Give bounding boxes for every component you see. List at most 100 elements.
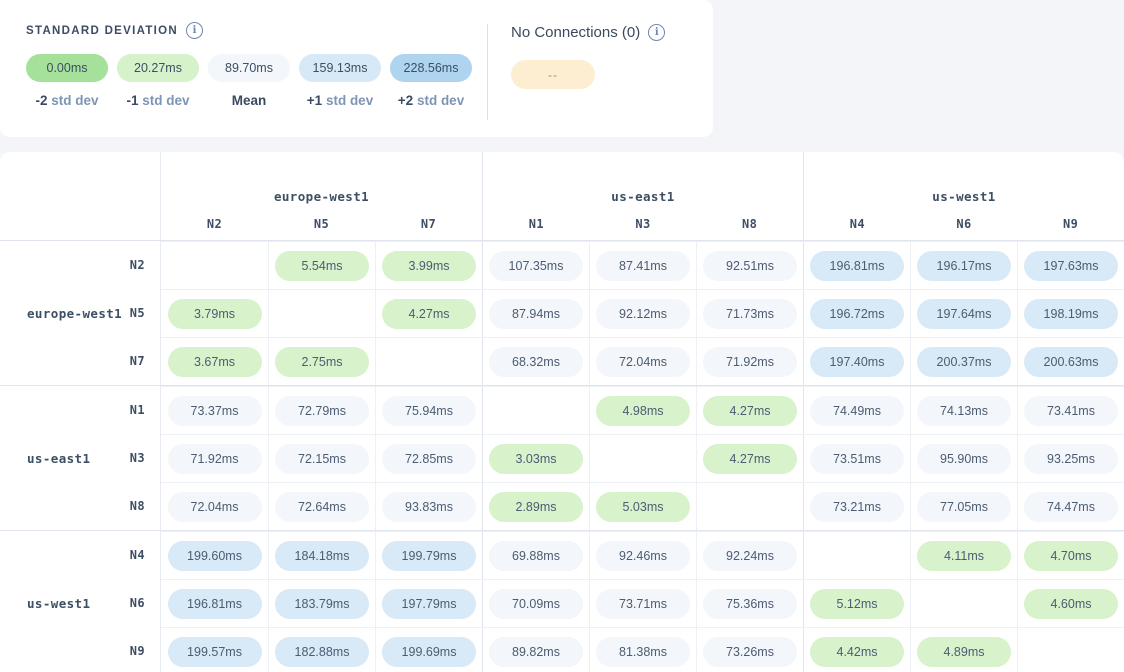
latency-pill: 5.54ms xyxy=(275,251,369,281)
legend-card: STANDARD DEVIATION i 0.00ms20.27ms89.70m… xyxy=(0,0,713,137)
column-group-nodes: N4N6N9 xyxy=(804,207,1124,240)
latency-pill: 73.41ms xyxy=(1024,396,1118,426)
latency-cell: 72.79ms xyxy=(268,387,375,434)
std-dev-section: STANDARD DEVIATION i 0.00ms20.27ms89.70m… xyxy=(26,22,472,108)
latency-cell: 87.94ms xyxy=(482,290,589,337)
latency-cell: 182.88ms xyxy=(268,628,375,672)
latency-pill: 75.94ms xyxy=(382,396,476,426)
no-connections-pill: -- xyxy=(511,60,595,89)
row-cells: 73.37ms72.79ms75.94ms4.98ms4.27ms74.49ms… xyxy=(161,386,1124,434)
latency-cell: 5.03ms xyxy=(589,483,696,530)
latency-cell: 5.12ms xyxy=(803,580,910,627)
latency-cell: 197.63ms xyxy=(1017,242,1124,289)
legend-pill: 20.27ms xyxy=(117,54,199,82)
latency-pill: 199.79ms xyxy=(382,541,476,571)
latency-cell xyxy=(268,290,375,337)
latency-cell: 72.04ms xyxy=(589,338,696,385)
latency-pill: 3.03ms xyxy=(489,444,583,474)
latency-cell: 73.37ms xyxy=(161,387,268,434)
column-group-region: us-west1 xyxy=(804,152,1124,207)
latency-pill: 2.89ms xyxy=(489,492,583,522)
no-connections-title: No Connections (0) xyxy=(511,24,640,41)
latency-pill: 4.27ms xyxy=(703,444,797,474)
legend-divider xyxy=(487,24,488,120)
std-dev-title: STANDARD DEVIATION xyxy=(26,25,178,37)
latency-cell: 4.60ms xyxy=(1017,580,1124,627)
legend-label: -2 std dev xyxy=(26,93,108,108)
legend-pill: 0.00ms xyxy=(26,54,108,82)
latency-cell: 71.92ms xyxy=(161,435,268,482)
latency-pill: 73.26ms xyxy=(703,637,797,667)
matrix-body: europe-west1N25.54ms3.99ms107.35ms87.41m… xyxy=(0,240,1124,672)
column-node-header: N6 xyxy=(911,207,1018,240)
latency-pill: 81.38ms xyxy=(596,637,690,667)
latency-cell: 2.89ms xyxy=(482,483,589,530)
legend-label: +2 std dev xyxy=(390,93,472,108)
table-row: N73.67ms2.75ms68.32ms72.04ms71.92ms197.4… xyxy=(0,337,1124,385)
latency-cell: 196.81ms xyxy=(161,580,268,627)
latency-cell: 198.19ms xyxy=(1017,290,1124,337)
latency-cell: 199.79ms xyxy=(375,532,482,579)
latency-pill: 73.37ms xyxy=(168,396,262,426)
row-cells: 71.92ms72.15ms72.85ms3.03ms 4.27ms 73.51ms… xyxy=(161,434,1124,482)
latency-cell: 93.83ms xyxy=(375,483,482,530)
latency-cell: 92.51ms xyxy=(696,242,803,289)
table-row: N6196.81ms183.79ms197.79ms70.09ms73.71ms… xyxy=(0,579,1124,627)
latency-cell: 3.79ms xyxy=(161,290,268,337)
latency-pill: 75.36ms xyxy=(703,589,797,619)
table-row: N9199.57ms182.88ms199.69ms89.82ms81.38ms… xyxy=(0,627,1124,672)
latency-pill: 196.72ms xyxy=(810,299,904,329)
latency-pill: 197.63ms xyxy=(1024,251,1118,281)
latency-pill: 4.42ms xyxy=(810,637,904,667)
latency-cell: 197.40ms xyxy=(803,338,910,385)
latency-pill: 87.94ms xyxy=(489,299,583,329)
latency-cell: 196.81ms xyxy=(803,242,910,289)
latency-cell xyxy=(1017,628,1124,672)
latency-pill: 196.81ms xyxy=(810,251,904,281)
latency-cell: 72.64ms xyxy=(268,483,375,530)
latency-pill: 4.70ms xyxy=(1024,541,1118,571)
latency-cell: 95.90ms xyxy=(910,435,1017,482)
region-label: us-east1 xyxy=(27,386,90,530)
latency-pill: 68.32ms xyxy=(489,347,583,377)
table-row: N173.37ms72.79ms75.94ms4.98ms4.27ms74.49… xyxy=(0,386,1124,434)
latency-pill: 199.57ms xyxy=(168,637,262,667)
row-group: us-east1N173.37ms72.79ms75.94ms4.98ms4.2… xyxy=(0,385,1124,530)
latency-pill: 70.09ms xyxy=(489,589,583,619)
latency-cell xyxy=(696,483,803,530)
latency-cell: 107.35ms xyxy=(482,242,589,289)
latency-cell: 81.38ms xyxy=(589,628,696,672)
row-cells: 3.67ms2.75ms68.32ms72.04ms71.92ms197.40m… xyxy=(161,337,1124,385)
latency-pill: 95.90ms xyxy=(917,444,1011,474)
latency-pill: 72.15ms xyxy=(275,444,369,474)
latency-cell: 196.17ms xyxy=(910,242,1017,289)
latency-cell: 87.41ms xyxy=(589,242,696,289)
latency-cell: 72.85ms xyxy=(375,435,482,482)
latency-pill: 4.27ms xyxy=(703,396,797,426)
latency-cell: 4.27ms xyxy=(696,387,803,434)
latency-cell: 74.47ms xyxy=(1017,483,1124,530)
latency-pill: 3.99ms xyxy=(382,251,476,281)
latency-pill: 182.88ms xyxy=(275,637,369,667)
latency-cell xyxy=(375,338,482,385)
latency-pill: 72.04ms xyxy=(168,492,262,522)
latency-pill: 197.64ms xyxy=(917,299,1011,329)
column-node-header: N5 xyxy=(268,207,375,240)
latency-cell: 3.99ms xyxy=(375,242,482,289)
info-icon[interactable]: i xyxy=(186,22,203,39)
latency-cell: 197.79ms xyxy=(375,580,482,627)
row-cells: 72.04ms72.64ms93.83ms2.89ms5.03ms73.21ms… xyxy=(161,482,1124,530)
latency-cell: 3.67ms xyxy=(161,338,268,385)
latency-pill: 196.81ms xyxy=(168,589,262,619)
latency-pill: 74.47ms xyxy=(1024,492,1118,522)
column-group: us-west1N4N6N9 xyxy=(803,152,1124,240)
latency-cell: 200.63ms xyxy=(1017,338,1124,385)
latency-pill: 200.37ms xyxy=(917,347,1011,377)
legend-label: +1 std dev xyxy=(299,93,381,108)
column-group-nodes: N2N5N7 xyxy=(161,207,482,240)
info-icon[interactable]: i xyxy=(648,24,665,41)
latency-cell: 4.70ms xyxy=(1017,532,1124,579)
latency-cell: 71.92ms xyxy=(696,338,803,385)
region-label: europe-west1 xyxy=(27,241,122,385)
latency-pill: 73.51ms xyxy=(810,444,904,474)
